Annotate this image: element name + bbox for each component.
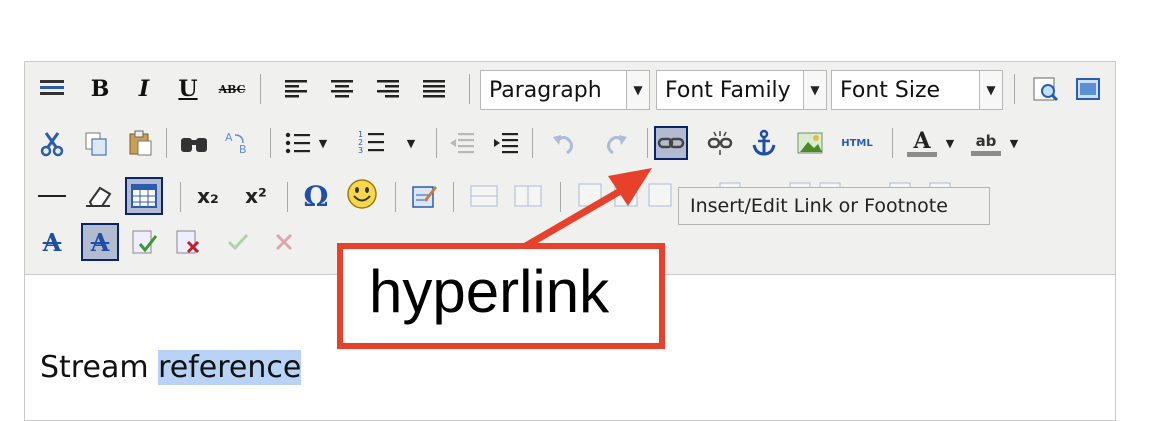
annotation-arrow bbox=[503, 168, 652, 262]
callout-label: hyperlink bbox=[369, 258, 610, 325]
hyperlink-callout: hyperlink bbox=[337, 243, 665, 349]
